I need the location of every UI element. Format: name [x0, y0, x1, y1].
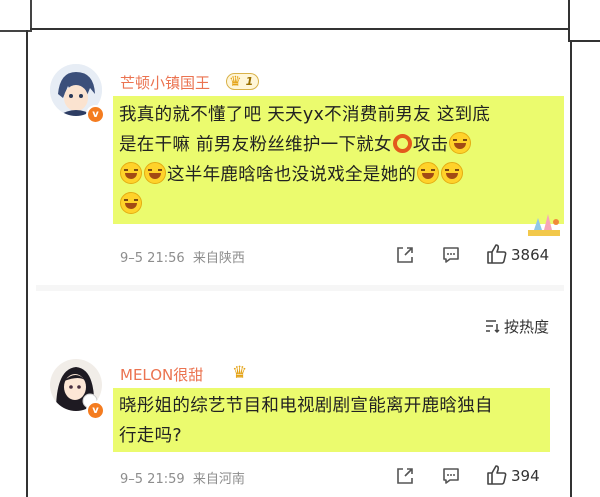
- comment-icon[interactable]: [441, 245, 461, 265]
- frame-left-edge: [26, 30, 28, 497]
- comment-line: [119, 190, 559, 220]
- comment-line-text: 这半年鹿晗啥也没说戏全是她的: [167, 165, 417, 185]
- share-icon[interactable]: [395, 245, 415, 265]
- like-count: 3864: [511, 246, 550, 264]
- verified-badge-icon: v: [86, 105, 105, 124]
- comment-time: 9–5 21:59: [120, 472, 185, 487]
- sort-icon: [486, 320, 500, 334]
- like-icon[interactable]: [486, 464, 508, 486]
- comment-meta: 9–5 21:56 来自陕西: [120, 247, 245, 266]
- sort-label: 按热度: [504, 318, 550, 336]
- comment-text: 我真的就不懂了吧 天天yx不消费前男友 这到底 是在干嘛 前男友粉丝维护一下就女…: [119, 100, 559, 220]
- comment-meta: 9–5 21:59 来自河南: [120, 468, 245, 487]
- comment-icon[interactable]: [441, 466, 461, 486]
- comment-time: 9–5 21:56: [120, 251, 185, 266]
- laugh-cry-emoji-icon: [417, 162, 440, 184]
- laugh-cry-emoji-icon: [144, 162, 166, 184]
- decorative-sticker-icon: [528, 214, 560, 236]
- comment-text: 晓彤姐的综艺节目和电视剧剧宣能离开鹿晗独自 行走吗?: [119, 391, 549, 451]
- level-number: 1: [245, 75, 254, 88]
- laugh-cry-emoji-icon: [120, 192, 142, 214]
- like-count: 394: [511, 467, 540, 485]
- comment-line: 我真的就不懂了吧 天天yx不消费前男友 这到底: [119, 105, 491, 125]
- like-icon[interactable]: [486, 243, 508, 265]
- frame-corner-top-left: [0, 0, 32, 32]
- share-icon[interactable]: [395, 466, 415, 486]
- comment-line: 这半年鹿晗啥也没说戏全是她的: [119, 160, 559, 190]
- crown-icon: ♛: [232, 363, 248, 383]
- comment-line-text: 是在干嘛 前男友粉丝维护一下就女: [119, 135, 392, 155]
- comment-username[interactable]: 芒顿小镇国王: [120, 72, 210, 93]
- comment-line-text: 攻击: [412, 135, 449, 155]
- comment-location: 来自河南: [192, 472, 245, 487]
- comment-line: 行走吗?: [119, 426, 182, 446]
- frame-corner-top-right: [568, 0, 600, 42]
- comment-page: v 芒顿小镇国王 ♛ 1 我真的就不懂了吧 天天yx不消费前男友 这到底 是在干…: [36, 36, 564, 497]
- frame-right-edge: [570, 40, 572, 497]
- laugh-cry-emoji-icon: [449, 132, 472, 154]
- frame-top-edge: [30, 28, 570, 30]
- crown-icon: ♛: [229, 73, 242, 90]
- user-level-badge: ♛ 1: [226, 73, 260, 90]
- laugh-cry-emoji-icon: [441, 162, 464, 184]
- comment-username[interactable]: MELON很甜: [120, 364, 203, 385]
- red-circle-emoji-icon: [392, 134, 412, 153]
- comment-line: 是在干嘛 前男友粉丝维护一下就女 攻击: [119, 130, 559, 160]
- verified-badge-icon: v: [86, 401, 105, 420]
- comment-location: 来自陕西: [192, 251, 245, 266]
- laugh-cry-emoji-icon: [120, 162, 142, 184]
- comment-line: 晓彤姐的综艺节目和电视剧剧宣能离开鹿晗独自: [119, 396, 493, 416]
- section-divider: [36, 285, 564, 291]
